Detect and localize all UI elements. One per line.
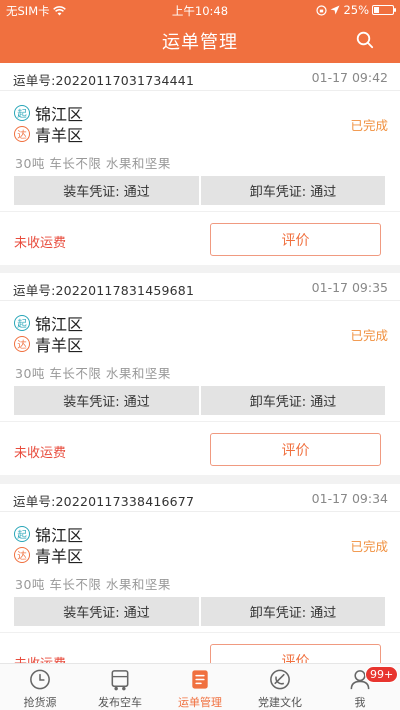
waybill-number: 运单号:20220117831459681: [13, 283, 195, 298]
tab-publish-empty-truck[interactable]: 发布空车: [80, 664, 160, 710]
divider: [0, 211, 400, 212]
rate-button[interactable]: 评价: [210, 433, 381, 466]
status-label: 已完成: [350, 118, 388, 133]
bottom-tab-bar: 抢货源 发布空车 运单管理 党建文化 我 99+: [0, 663, 400, 710]
waybill-list[interactable]: 运单号:20220117031734441 01-17 09:42 起 锦江区 …: [0, 63, 400, 663]
destination-row: 达 青羊区: [14, 334, 84, 355]
tab-label: 发布空车: [98, 696, 142, 709]
card-header: 运单号:20220117831459681 01-17 09:35: [0, 273, 400, 301]
waybill-number: 运单号:20220117338416677: [13, 494, 195, 509]
destination-badge: 达: [14, 547, 30, 563]
page-title: 运单管理: [162, 32, 238, 53]
truck-icon: [111, 670, 129, 691]
waybill-icon: [192, 670, 208, 689]
rotation-lock-icon: [316, 4, 328, 16]
waybill-card[interactable]: 运单号:20220117338416677 01-17 09:34 起 锦江区 …: [0, 484, 400, 663]
unload-certificate[interactable]: 卸车凭证: 通过: [201, 176, 385, 205]
cargo-info: 30吨 车长不限 水果和坚果: [15, 156, 171, 171]
search-icon[interactable]: [356, 31, 374, 49]
destination-badge: 达: [14, 126, 30, 142]
tab-me[interactable]: 我 99+: [320, 664, 400, 710]
destination-badge: 达: [14, 336, 30, 352]
unload-certificate[interactable]: 卸车凭证: 通过: [201, 386, 385, 415]
card-header: 运单号:20220117031734441 01-17 09:42: [0, 63, 400, 91]
fee-status: 未收运费: [14, 446, 67, 461]
waybill-time: 01-17 09:34: [311, 491, 388, 506]
tab-grab-goods[interactable]: 抢货源: [0, 664, 80, 710]
waybill-card[interactable]: 运单号:20220117831459681 01-17 09:35 起 锦江区 …: [0, 273, 400, 475]
tab-label: 运单管理: [178, 696, 222, 709]
destination-name: 青羊区: [35, 126, 84, 145]
waybill-card[interactable]: 运单号:20220117031734441 01-17 09:42 起 锦江区 …: [0, 63, 400, 265]
rate-button[interactable]: 评价: [210, 223, 381, 256]
waybill-number: 运单号:20220117031734441: [13, 73, 195, 88]
status-bar: 无SIM卡 上午10:48 25%: [0, 0, 400, 20]
party-emblem-icon: [270, 669, 290, 690]
load-certificate[interactable]: 装车凭证: 通过: [14, 386, 199, 415]
origin-badge: 起: [14, 105, 30, 121]
waybill-time: 01-17 09:42: [311, 70, 388, 85]
origin-row: 起 锦江区: [14, 103, 83, 124]
fee-status: 未收运费: [14, 653, 66, 663]
origin-badge: 起: [14, 526, 30, 542]
unload-certificate[interactable]: 卸车凭证: 通过: [201, 597, 385, 626]
cargo-info: 30吨 车长不限 水果和坚果: [15, 577, 171, 592]
tab-waybill-management[interactable]: 运单管理: [160, 664, 240, 710]
cargo-info: 30吨 车长不限 水果和坚果: [15, 366, 171, 381]
destination-name: 青羊区: [35, 336, 84, 355]
destination-name: 青羊区: [35, 547, 84, 566]
card-header: 运单号:20220117338416677 01-17 09:34: [0, 484, 400, 512]
battery-icon: [372, 5, 396, 15]
destination-row: 达 青羊区: [14, 124, 84, 145]
origin-row: 起 锦江区: [14, 524, 83, 545]
status-label: 已完成: [350, 328, 388, 343]
location-arrow-icon: [330, 5, 340, 15]
tab-party-culture[interactable]: 党建文化: [240, 664, 320, 710]
tab-label: 我: [354, 696, 366, 709]
origin-badge: 起: [14, 315, 30, 331]
app-header: 无SIM卡 上午10:48 25% 运单管理: [0, 0, 400, 63]
tab-label: 抢货源: [23, 696, 57, 709]
load-certificate[interactable]: 装车凭证: 通过: [14, 597, 199, 626]
load-certificate[interactable]: 装车凭证: 通过: [14, 176, 199, 205]
notification-badge: 99+: [365, 666, 399, 683]
clock-icon: [30, 669, 50, 690]
destination-row: 达 青羊区: [14, 545, 84, 566]
waybill-time: 01-17 09:35: [311, 280, 388, 295]
fee-status: 未收运费: [14, 236, 67, 251]
battery-percent: 25%: [343, 3, 369, 17]
divider: [0, 632, 400, 633]
battery-level: [374, 7, 379, 13]
origin-row: 起 锦江区: [14, 313, 83, 334]
divider: [0, 421, 400, 422]
tab-label: 党建文化: [258, 696, 302, 709]
rate-button[interactable]: 评价: [210, 644, 381, 663]
status-label: 已完成: [350, 539, 388, 554]
